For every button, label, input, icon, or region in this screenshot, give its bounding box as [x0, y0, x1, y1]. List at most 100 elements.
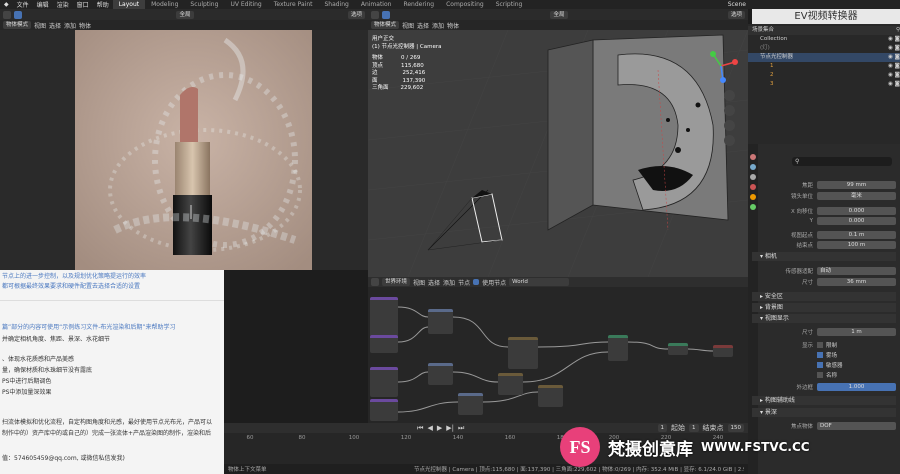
sensor-checkbox[interactable]: 敏感器 [817, 361, 843, 369]
options-dropdown[interactable]: 选项 [347, 10, 365, 19]
tab-texture-paint[interactable]: Texture Paint [268, 0, 319, 9]
texture-node[interactable] [370, 297, 398, 337]
clip-end-field[interactable]: 100 m [817, 240, 896, 249]
select-tool-icon[interactable] [14, 10, 22, 19]
viewport-transform-orientation[interactable]: 全局 [550, 10, 568, 19]
grid-perspective-icon[interactable] [724, 135, 735, 146]
jump-end-icon[interactable]: ⏭ [458, 424, 464, 433]
use-nodes-checkbox-icon[interactable] [473, 279, 480, 285]
play-icon[interactable]: ▶ [437, 424, 442, 432]
blender-logo-icon[interactable]: ◆ [0, 1, 13, 8]
tab-layout[interactable]: Layout [112, 0, 146, 9]
scene-tab-icon[interactable] [750, 174, 756, 180]
mapping-node[interactable] [428, 309, 453, 334]
zoom-icon[interactable] [724, 90, 735, 101]
node-menu-select[interactable]: 选择 [428, 278, 440, 287]
editor-type-icon[interactable] [371, 10, 379, 19]
world-output-node[interactable] [713, 345, 733, 357]
sensor-fit-dropdown[interactable]: 自动 [817, 266, 896, 275]
shift-y-field[interactable]: 0.000 [817, 216, 896, 225]
outliner-row[interactable]: Collection ◉ ◙ [748, 35, 900, 44]
name-checkbox[interactable]: 名称 [817, 371, 837, 379]
visibility-eye-icon[interactable]: ◉ ◙ [888, 71, 900, 80]
shader-type-dropdown[interactable]: 世界环境 [382, 278, 411, 286]
outliner-row-selected[interactable]: 节点光控制器 ◉ ◙ [748, 53, 900, 62]
object-tab-icon[interactable] [750, 194, 756, 200]
hand-pan-icon[interactable] [724, 105, 735, 116]
outliner-row[interactable]: 2 ◉ ◙ [748, 71, 900, 80]
render-tab-icon[interactable] [750, 154, 756, 160]
viewport-menu-view[interactable]: 视图 [402, 21, 414, 30]
menu-render[interactable]: 渲染 [53, 0, 73, 9]
tab-compositing[interactable]: Compositing [440, 0, 490, 9]
menu-add[interactable]: 添加 [64, 21, 76, 30]
menu-window[interactable]: 窗口 [73, 0, 93, 9]
visibility-eye-icon[interactable]: ◉ ◙ [888, 62, 900, 71]
mix-node[interactable] [608, 335, 628, 361]
camera-section-header[interactable]: ▾ 相机 [752, 252, 896, 261]
visibility-eye-icon[interactable]: ◉ ◙ [888, 44, 900, 53]
composition-guides-section[interactable]: ▸ 构图辅助线 [752, 396, 896, 405]
menu-view[interactable]: 视图 [34, 21, 46, 30]
tab-animation[interactable]: Animation [355, 0, 398, 9]
tab-shading[interactable]: Shading [318, 0, 354, 9]
node-editor-type-icon[interactable] [371, 278, 379, 286]
scene-selector[interactable]: Scene [724, 1, 750, 8]
select-box-icon[interactable] [382, 10, 390, 19]
world-selector[interactable]: World [509, 278, 570, 286]
mode-dropdown[interactable]: 物体模式 [3, 21, 32, 29]
filter-icon[interactable]: ⚲ [896, 26, 900, 35]
step-forward-icon[interactable]: ▶| [446, 424, 454, 432]
outliner-row[interactable]: 3 ◉ ◙ [748, 80, 900, 89]
shift-x-field[interactable]: 0.000 [817, 206, 896, 215]
depth-of-field-section[interactable]: ▾ 景深 [752, 408, 896, 417]
step-back-icon[interactable]: ◀ [427, 424, 432, 432]
mapping-node[interactable] [428, 363, 453, 385]
sensor-size-field[interactable]: 36 mm [817, 277, 896, 286]
visibility-eye-icon[interactable]: ◉ ◙ [888, 80, 900, 89]
lens-unit-dropdown[interactable]: 毫米 [817, 191, 896, 200]
node-menu-node[interactable]: 节点 [458, 278, 470, 287]
editor-type-icon[interactable] [3, 10, 11, 19]
camera-data-tab-icon[interactable] [750, 204, 756, 210]
node-menu-view[interactable]: 视图 [413, 278, 425, 287]
viewport-display-section[interactable]: ▾ 视图显示 [752, 314, 896, 323]
menu-select[interactable]: 选择 [49, 21, 61, 30]
viewport-mode-dropdown[interactable]: 物体模式 [371, 21, 400, 29]
texture-node[interactable] [370, 335, 398, 353]
transform-orientation[interactable]: 全局 [176, 10, 194, 19]
node-editor-canvas[interactable] [368, 287, 748, 423]
viewport-options[interactable]: 选项 [727, 10, 745, 19]
menu-help[interactable]: 帮助 [93, 0, 113, 9]
texture-node[interactable] [370, 367, 398, 397]
visibility-eye-icon[interactable]: ◉ ◙ [888, 35, 900, 44]
menu-edit[interactable]: 编辑 [33, 0, 53, 9]
background-node[interactable] [668, 343, 688, 355]
world-tab-icon[interactable] [750, 184, 756, 190]
clip-start-field[interactable]: 0.1 m [817, 230, 896, 239]
3d-viewport[interactable]: 用户正交 (1) 节点光控制器 | Camera 物体 0 / 269 顶点 115… [368, 30, 748, 277]
display-size-field[interactable]: 1 m [817, 327, 896, 336]
texture-node[interactable] [370, 399, 398, 421]
focal-length-field[interactable]: 99 mm [817, 180, 896, 189]
output-tab-icon[interactable] [750, 164, 756, 170]
safe-areas-section[interactable]: ▸ 安全区 [752, 292, 896, 301]
outliner-row[interactable]: (灯) ◉ ◙ [748, 44, 900, 53]
mapping-node[interactable] [458, 393, 483, 415]
tab-rendering[interactable]: Rendering [397, 0, 440, 9]
tab-uv-editing[interactable]: UV Editing [224, 0, 267, 9]
outliner-row[interactable]: 1 ◉ ◙ [748, 62, 900, 71]
menu-file[interactable]: 文件 [13, 0, 33, 9]
navigation-gizmo[interactable] [703, 48, 739, 84]
tab-sculpting[interactable]: Sculpting [184, 0, 224, 9]
tab-modeling[interactable]: Modeling [145, 0, 184, 9]
jump-start-icon[interactable]: ⏮ [417, 424, 423, 433]
math-node[interactable] [498, 373, 523, 395]
camera-view-icon[interactable] [724, 120, 735, 131]
viewport-menu-select[interactable]: 选择 [417, 21, 429, 30]
viewport-menu-add[interactable]: 添加 [432, 21, 444, 30]
node-menu-add[interactable]: 添加 [443, 278, 455, 287]
passepartout-slider[interactable]: 1.000 [817, 382, 896, 391]
math-node[interactable] [538, 385, 563, 407]
limits-checkbox[interactable]: 限制 [817, 341, 837, 349]
